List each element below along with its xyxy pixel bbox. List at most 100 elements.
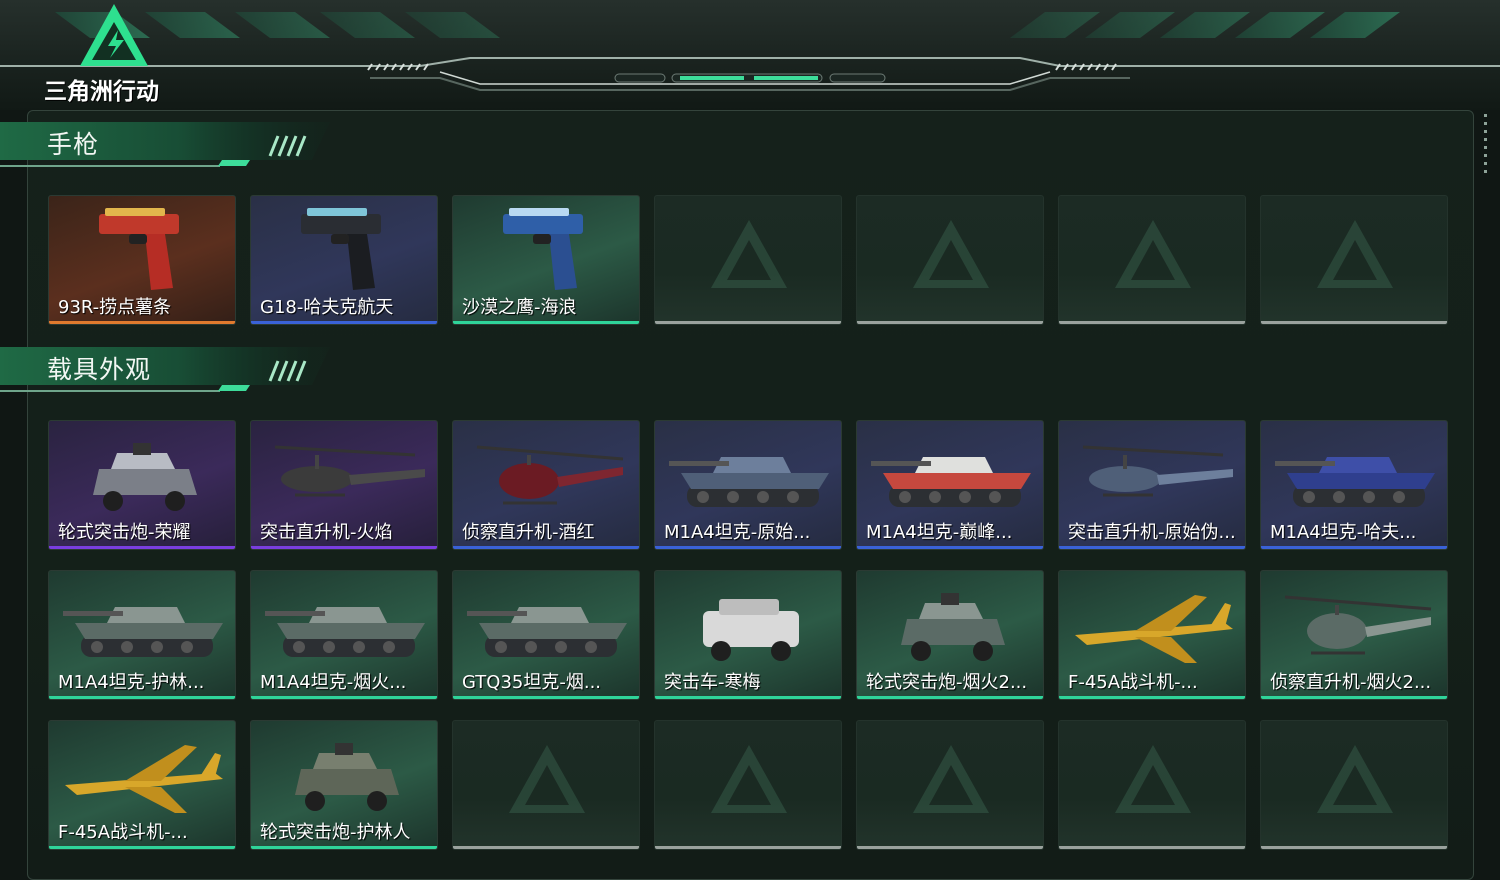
item-card[interactable]: 侦察直升机-烟火2...	[1260, 570, 1448, 700]
section-header-vehicles: 载具外观	[0, 345, 340, 401]
item-name: M1A4坦克-巅峰...	[866, 522, 1013, 543]
item-card[interactable]: M1A4坦克-哈夫...	[1260, 420, 1448, 550]
rarity-strip	[857, 696, 1043, 699]
tank-icon	[265, 607, 425, 657]
armored-car-icon	[295, 743, 399, 811]
empty-slot	[654, 195, 842, 325]
rarity-strip	[251, 696, 437, 699]
rarity-strip	[655, 546, 841, 549]
item-name: 93R-捞点薯条	[58, 297, 172, 318]
item-name: 轮式突击炮-护林人	[260, 822, 411, 843]
item-card[interactable]: M1A4坦克-原始...	[654, 420, 842, 550]
item-name: M1A4坦克-烟火...	[260, 672, 407, 693]
item-card[interactable]: 轮式突击炮-荣耀	[48, 420, 236, 550]
item-card[interactable]: 侦察直升机-酒红	[452, 420, 640, 550]
fighter-jet-icon	[1075, 595, 1233, 663]
item-card[interactable]: M1A4坦克-巅峰...	[856, 420, 1044, 550]
tank-icon	[669, 457, 829, 507]
rarity-strip	[453, 321, 639, 324]
top-bar: 三角洲行动	[0, 0, 1500, 110]
item-card[interactable]: M1A4坦克-烟火...	[250, 570, 438, 700]
watermark-logo-icon	[711, 745, 787, 813]
section-title: 手枪	[47, 130, 100, 159]
item-card[interactable]: M1A4坦克-护林...	[48, 570, 236, 700]
rarity-strip	[857, 321, 1043, 324]
rarity-strip	[655, 696, 841, 699]
attack-helicopter-icon	[274, 445, 425, 497]
item-card[interactable]: 轮式突击炮-烟火2...	[856, 570, 1044, 700]
armored-car-icon	[901, 593, 1005, 661]
watermark-logo-icon	[913, 745, 989, 813]
item-name: M1A4坦克-护林...	[58, 672, 205, 693]
item-card[interactable]: F-45A战斗机-...	[48, 720, 236, 850]
item-card[interactable]: 轮式突击炮-护林人	[250, 720, 438, 850]
item-card[interactable]: 突击直升机-火焰	[250, 420, 438, 550]
rarity-strip	[1261, 696, 1447, 699]
rarity-strip	[857, 846, 1043, 849]
watermark-logo-icon	[913, 220, 989, 288]
item-card[interactable]: GTQ35坦克-烟...	[452, 570, 640, 700]
empty-slot	[1058, 720, 1246, 850]
assault-vehicle-icon	[703, 599, 799, 661]
item-name: F-45A战斗机-...	[58, 822, 188, 843]
game-title: 三角洲行动	[44, 79, 159, 105]
item-card[interactable]: F-45A战斗机-...	[1058, 570, 1246, 700]
rarity-strip	[251, 846, 437, 849]
rarity-strip	[1059, 546, 1245, 549]
item-name: 侦察直升机-烟火2...	[1270, 672, 1432, 693]
item-name: 沙漠之鹰-海浪	[462, 297, 577, 318]
item-card[interactable]: 沙漠之鹰-海浪	[452, 195, 640, 325]
item-name: 轮式突击炮-烟火2...	[866, 672, 1028, 693]
scout-helicopter-icon	[1284, 595, 1432, 655]
scout-helicopter-icon	[476, 445, 624, 505]
rarity-strip	[453, 546, 639, 549]
watermark-logo-icon	[1115, 745, 1191, 813]
empty-slot	[654, 720, 842, 850]
rarity-strip	[49, 846, 235, 849]
rarity-strip	[49, 696, 235, 699]
rarity-strip	[1059, 696, 1245, 699]
watermark-logo-icon	[711, 220, 787, 288]
tank-icon	[467, 607, 627, 657]
item-card[interactable]: G18-哈夫克航天	[250, 195, 438, 325]
tank-icon	[1275, 457, 1435, 507]
empty-slot	[1058, 195, 1246, 325]
rarity-strip	[453, 846, 639, 849]
rarity-strip	[49, 546, 235, 549]
fighter-jet-icon	[65, 745, 223, 813]
rarity-strip	[1261, 846, 1447, 849]
item-name: F-45A战斗机-...	[1068, 672, 1198, 693]
rarity-strip	[1059, 846, 1245, 849]
item-name: 侦察直升机-酒红	[462, 522, 595, 543]
delta-logo-icon	[80, 4, 148, 66]
pistol-icon	[99, 208, 179, 290]
rarity-strip	[655, 846, 841, 849]
empty-slot	[1260, 720, 1448, 850]
rarity-strip	[1261, 321, 1447, 324]
item-card[interactable]: 突击直升机-原始伪...	[1058, 420, 1246, 550]
rarity-strip	[49, 321, 235, 324]
watermark-logo-icon	[1317, 220, 1393, 288]
game-logo: 三角洲行动	[44, 2, 184, 106]
watermark-logo-icon	[509, 745, 585, 813]
empty-slot	[452, 720, 640, 850]
item-name: 突击直升机-原始伪...	[1068, 522, 1236, 543]
empty-slot	[856, 195, 1044, 325]
item-card[interactable]: 93R-捞点薯条	[48, 195, 236, 325]
section-header-pistols: 手枪	[0, 120, 340, 176]
scrollbar[interactable]	[1482, 114, 1488, 180]
item-name: GTQ35坦克-烟...	[462, 672, 602, 693]
pistol-icon	[503, 208, 583, 290]
rarity-strip	[251, 321, 437, 324]
rarity-strip	[453, 696, 639, 699]
item-name: G18-哈夫克航天	[260, 297, 394, 318]
rarity-strip	[655, 321, 841, 324]
item-name: 突击直升机-火焰	[260, 522, 393, 543]
item-name: M1A4坦克-原始...	[664, 522, 811, 543]
item-name: 轮式突击炮-荣耀	[58, 522, 191, 543]
rarity-strip	[251, 546, 437, 549]
item-card[interactable]: 突击车-寒梅	[654, 570, 842, 700]
watermark-logo-icon	[1317, 745, 1393, 813]
tank-icon	[871, 457, 1031, 507]
pistol-icon	[301, 208, 381, 290]
